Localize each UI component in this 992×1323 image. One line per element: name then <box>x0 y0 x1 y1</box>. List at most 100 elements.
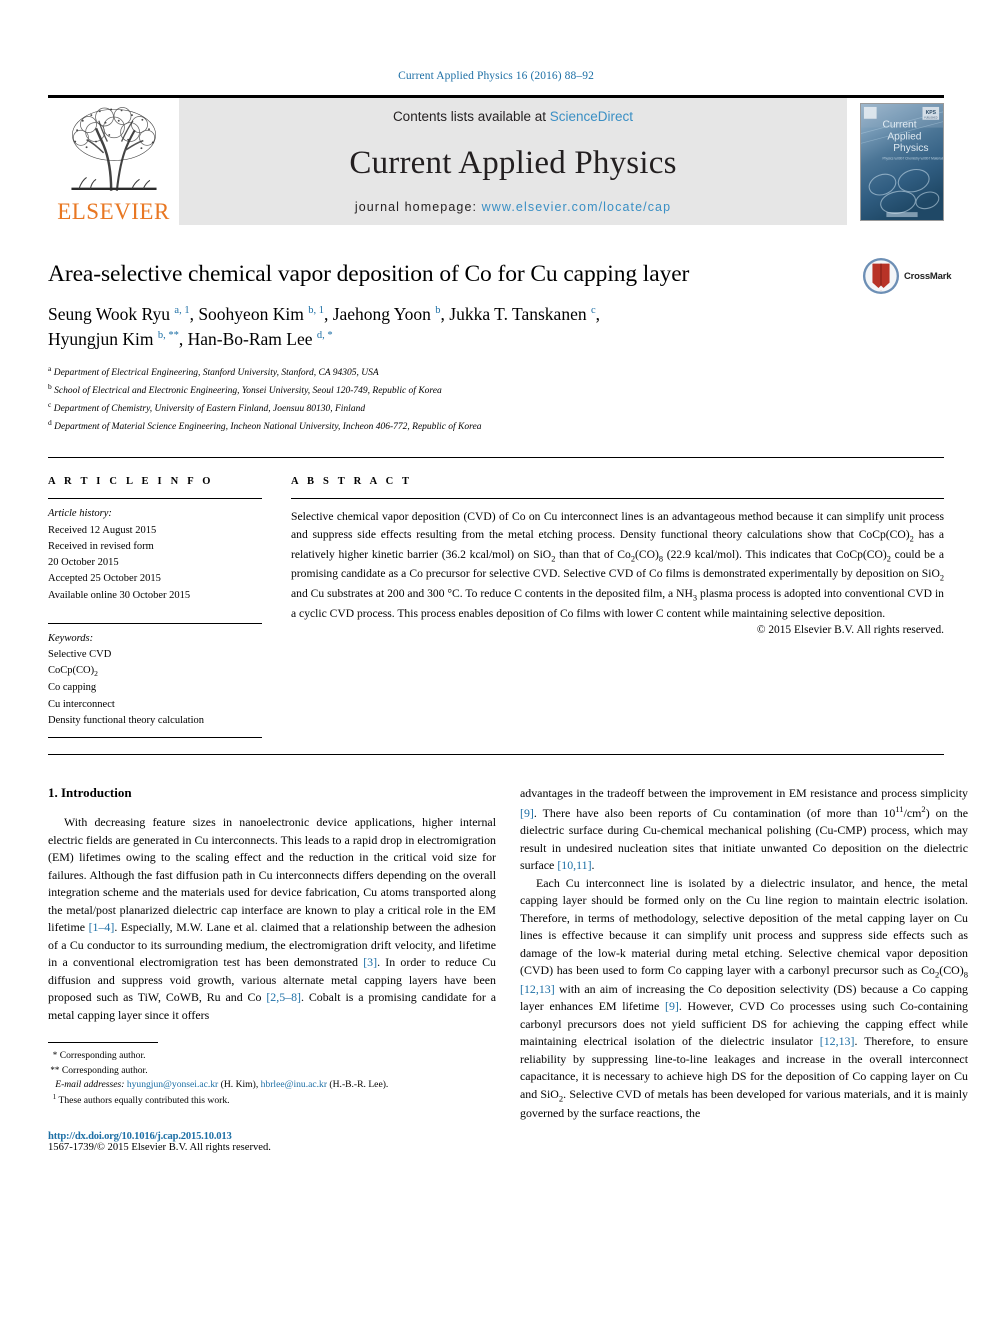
contents-available-line: Contents lists available at ScienceDirec… <box>393 109 633 124</box>
keyword-item: Density functional theory calculation <box>48 714 204 726</box>
article-info-rule <box>48 498 262 500</box>
citation-ref[interactable]: [1–4] <box>89 920 115 934</box>
abstract-copyright: © 2015 Elsevier B.V. All rights reserved… <box>756 624 944 637</box>
author-marks: b, 1 <box>308 305 324 317</box>
affiliation-item: b School of Electrical and Electronic En… <box>48 381 944 399</box>
journal-cover-thumbnail: KPS PUBLISHED Current Applied Physics Ph… <box>860 102 944 221</box>
footnote-emails: E-mail addresses: hyungjun@yonsei.ac.kr … <box>48 1078 496 1093</box>
elsevier-wordmark: ELSEVIER <box>57 199 170 224</box>
keywords-block: Keywords: Selective CVD CoCp(CO)2 Co cap… <box>48 622 262 739</box>
keyword-item: Cu interconnect <box>48 698 115 710</box>
email-link-2[interactable]: hbrlee@inu.ac.kr <box>261 1079 327 1090</box>
footnote-equal-contribution: 1 These authors equally contributed this… <box>48 1093 496 1109</box>
abstract-part: than that of Co <box>555 547 631 561</box>
author-name: Soohyeon Kim <box>198 304 304 325</box>
author-marks: b <box>435 305 441 317</box>
keywords-rule <box>48 622 262 624</box>
elsevier-logo: ELSEVIER <box>48 98 179 225</box>
subscript: 2 <box>935 969 940 980</box>
author-marks: c <box>590 305 596 317</box>
keyword-item: CoCp(CO)2 <box>48 665 98 679</box>
author-name: Hyungjun Kim <box>48 328 154 349</box>
exponent: 11 <box>895 803 904 814</box>
cover-artwork: KPS PUBLISHED Current Applied Physics Ph… <box>861 103 943 220</box>
article-history-item: Available online 30 October 2015 <box>48 589 191 601</box>
crossmark-icon <box>862 257 900 295</box>
double-asterisk-icon: ** <box>50 1064 60 1075</box>
section-heading-introduction: 1. Introduction <box>48 785 132 801</box>
abstract-body: Selective chemical vapor deposition (CVD… <box>291 508 944 622</box>
svg-text:PUBLISHED: PUBLISHED <box>924 117 938 119</box>
page-title: Area-selective chemical vapor deposition… <box>48 261 690 287</box>
doi-link[interactable]: http://dx.doi.org/10.1016/j.cap.2015.10.… <box>48 1131 496 1142</box>
abstract-part: and Cu substrates at 200 and 300 °C. To … <box>291 587 693 601</box>
email-label: E-mail addresses: <box>55 1079 125 1091</box>
affiliation-mark: a <box>48 363 52 373</box>
author-name: Jaehong Yoon <box>332 304 431 325</box>
abstract-part: (22.9 kcal/mol). This indicates that CoC… <box>663 547 887 561</box>
citation-ref[interactable]: [12,13] <box>520 982 555 996</box>
body-paragraph: Each Cu interconnect line is isolated by… <box>520 875 968 1120</box>
journal-homepage-link[interactable]: www.elsevier.com/locate/cap <box>482 200 672 214</box>
citation-ref[interactable]: [2,5–8] <box>266 990 301 1004</box>
citation-ref[interactable]: [3] <box>363 955 377 969</box>
email-owner-2: (H.-B.-R. Lee). <box>329 1079 389 1091</box>
abstract-part: (CO) <box>635 547 659 561</box>
paper-page: Current Applied Physics 16 (2016) 88–92 <box>0 0 992 1323</box>
author-name: Seung Wook Ryu <box>48 304 171 325</box>
affiliation-mark: c <box>48 400 52 410</box>
info-section-bottom-rule <box>48 754 944 756</box>
homepage-prefix: journal homepage: <box>354 200 482 214</box>
keyword-item: Selective CVD <box>48 649 112 661</box>
article-history-item: Received in revised form <box>48 540 154 552</box>
masthead-center: Contents lists available at ScienceDirec… <box>179 98 847 225</box>
article-body: 1. Introduction With decreasing feature … <box>48 785 968 1153</box>
citation-ref[interactable]: [12,13] <box>820 1034 855 1048</box>
article-history-item: Received 12 August 2015 <box>48 524 157 536</box>
footnote-text: Corresponding author. <box>61 1064 148 1076</box>
citation-ref[interactable]: [9] <box>520 806 534 820</box>
abstract-part: 2 <box>939 573 944 583</box>
email-owner-1: (H. Kim), <box>220 1079 259 1091</box>
sciencedirect-link[interactable]: ScienceDirect <box>550 109 633 124</box>
asterisk-icon: * <box>52 1050 58 1061</box>
affiliation-mark: d <box>48 418 52 428</box>
citation-ref[interactable]: [9] <box>665 999 679 1013</box>
subscript: 8 <box>963 969 968 980</box>
affiliation-item: c Department of Chemistry, University of… <box>48 399 944 417</box>
doi-block: http://dx.doi.org/10.1016/j.cap.2015.10.… <box>48 1131 496 1153</box>
article-info-column: A R T I C L E I N F O Article history: R… <box>48 476 284 739</box>
email-link-1[interactable]: hyungjun@yonsei.ac.kr <box>127 1079 218 1090</box>
citation-ref[interactable]: [10,11] <box>557 858 591 872</box>
article-history-label: Article history: <box>48 508 112 520</box>
article-info-heading: A R T I C L E I N F O <box>48 476 214 488</box>
keyword-subscript: 2 <box>94 669 98 679</box>
affiliation-mark: b <box>48 381 52 391</box>
affiliation-text: School of Electrical and Electronic Engi… <box>54 386 442 397</box>
svg-text:Applied: Applied <box>887 131 921 142</box>
footnotes-block: * Corresponding author. ** Corresponding… <box>48 1042 496 1153</box>
author-marks: d, * <box>316 330 333 342</box>
abstract-rule <box>291 498 944 500</box>
author-marks: b, ** <box>157 330 179 342</box>
affiliation-item: d Department of Material Science Enginee… <box>48 417 944 435</box>
svg-text:Current: Current <box>882 119 916 130</box>
author-name: Jukka T. Tanskanen <box>449 304 587 325</box>
author-name: Han-Bo-Ram Lee <box>187 328 313 349</box>
info-abstract-section: A R T I C L E I N F O Article history: R… <box>48 457 944 756</box>
issn-copyright-line: 1567-1739/© 2015 Elsevier B.V. All right… <box>48 1141 271 1153</box>
svg-text:Physics: Physics <box>893 143 928 154</box>
affiliation-list: a Department of Electrical Engineering, … <box>48 363 944 436</box>
affiliation-text: Department of Material Science Engineeri… <box>54 422 482 433</box>
affiliation-item: a Department of Electrical Engineering, … <box>48 363 944 381</box>
article-history-item: 20 October 2015 <box>48 557 119 569</box>
journal-masthead: ELSEVIER Contents lists available at Sci… <box>48 95 944 225</box>
svg-text:Physics \u00b7 Chemistry \u00b: Physics \u00b7 Chemistry \u00b7 Material… <box>882 156 943 160</box>
abstract-heading: A B S T R A C T <box>291 476 413 488</box>
journal-cover-cell: KPS PUBLISHED Current Applied Physics Ph… <box>847 98 944 225</box>
author-marks: a, 1 <box>174 305 190 317</box>
crossmark-badge[interactable]: CrossMark <box>862 253 952 299</box>
crossmark-label: CrossMark <box>904 270 952 282</box>
abstract-part: Selective chemical vapor deposition (CVD… <box>291 510 944 541</box>
footnote-text: These authors equally contributed this w… <box>58 1094 230 1106</box>
